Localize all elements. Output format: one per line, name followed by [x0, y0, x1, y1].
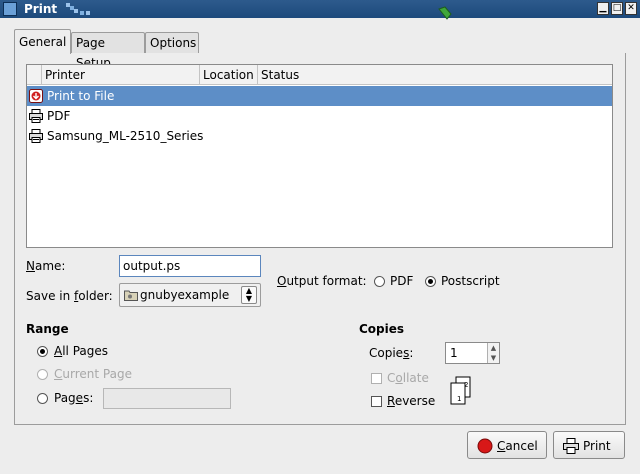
- printer-name: Samsung_ML-2510_Series: [47, 129, 204, 143]
- maximize-icon[interactable]: □: [611, 2, 623, 15]
- printer-row-print-to-file[interactable]: Print to File: [27, 86, 612, 106]
- folder-icon: [124, 290, 138, 301]
- cancel-button[interactable]: Cancel: [467, 431, 547, 459]
- save-in-folder-label: Save in folder:: [26, 289, 113, 303]
- cancel-button-label: Cancel: [497, 439, 538, 453]
- printer-icon: [29, 129, 43, 143]
- format-pdf-label: PDF: [390, 274, 414, 288]
- title-bar[interactable]: Print ▁ □ ✕: [0, 0, 640, 18]
- print-to-file-icon: [29, 89, 43, 103]
- collate-checkbox: [371, 373, 382, 384]
- all-pages-radio[interactable]: [37, 346, 48, 357]
- pages-radio[interactable]: [37, 393, 48, 404]
- window-title: Print: [24, 2, 58, 16]
- column-status[interactable]: Status: [257, 65, 612, 85]
- folder-value: gnubyexample: [140, 288, 230, 302]
- output-format-label: Output format:: [277, 274, 367, 288]
- format-postscript-label: Postscript: [441, 274, 500, 288]
- copies-value: 1: [450, 346, 458, 360]
- cancel-icon: [477, 438, 493, 454]
- range-title: Range: [26, 322, 69, 336]
- spinner-arrows-icon[interactable]: ▲ ▼: [487, 343, 499, 363]
- page-number-2: 2: [464, 381, 468, 389]
- format-postscript-radio[interactable]: [425, 276, 436, 287]
- file-name-input[interactable]: output.ps: [119, 255, 261, 277]
- pages-label: Pages:: [54, 391, 94, 405]
- chevron-updown-icon: ▲ ▼: [241, 286, 257, 304]
- titlebar-decoration-icon: [66, 3, 90, 15]
- print-button-label: Print: [583, 439, 611, 453]
- all-pages-label: All Pages: [54, 344, 109, 358]
- reverse-label: Reverse: [387, 394, 436, 408]
- reverse-checkbox[interactable]: [371, 396, 382, 407]
- current-page-label: Current Page: [54, 367, 132, 381]
- printer-icon: [29, 109, 43, 123]
- folder-select[interactable]: gnubyexample ▲ ▼: [119, 283, 261, 307]
- column-printer[interactable]: Printer: [41, 65, 199, 85]
- printer-name: PDF: [47, 109, 71, 123]
- printer-icon: [563, 438, 579, 454]
- printer-list-header: Printer Location Status: [27, 65, 612, 85]
- pointer-icon: [438, 6, 452, 20]
- format-pdf-radio[interactable]: [374, 276, 385, 287]
- copies-spinner[interactable]: 1 ▲ ▼: [445, 342, 500, 364]
- page-number-1: 1: [457, 395, 461, 403]
- copies-title: Copies: [359, 322, 405, 336]
- collate-pages-icon: 2 1: [450, 376, 471, 405]
- current-page-radio: [37, 369, 48, 380]
- minimize-icon[interactable]: ▁: [597, 2, 609, 15]
- collate-label: Collate: [387, 371, 429, 385]
- copies-label: Copies:: [369, 346, 414, 360]
- column-location[interactable]: Location: [199, 65, 257, 85]
- print-button[interactable]: Print: [553, 431, 625, 459]
- pages-input: [103, 388, 231, 409]
- name-label: Name:: [26, 259, 66, 273]
- close-icon[interactable]: ✕: [625, 2, 637, 15]
- window-menu-icon[interactable]: [3, 2, 17, 16]
- printer-name: Print to File: [47, 89, 115, 103]
- printer-list[interactable]: Printer Location Status Print to File PD…: [26, 64, 613, 248]
- tab-general[interactable]: General: [14, 29, 71, 54]
- tab-page-setup[interactable]: Page Setup: [71, 32, 145, 70]
- tab-options[interactable]: Options: [145, 32, 199, 53]
- printer-row-pdf[interactable]: PDF: [27, 106, 612, 126]
- printer-row-samsung[interactable]: Samsung_ML-2510_Series: [27, 126, 612, 146]
